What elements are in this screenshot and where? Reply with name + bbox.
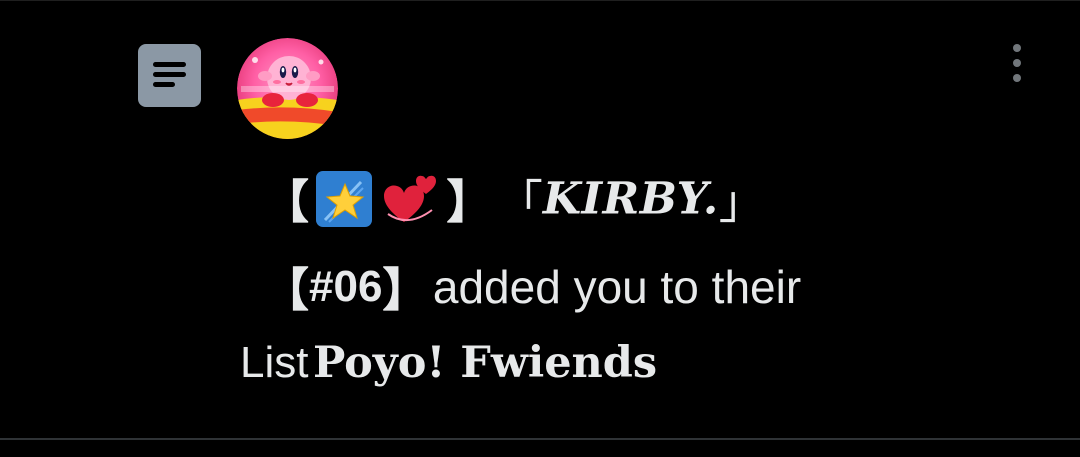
list-icon (138, 44, 201, 107)
notification-screen: 【 】 「KIRBY.」 【#06】 added you to their Li… (0, 0, 1080, 457)
more-vertical-icon (1013, 44, 1021, 52)
action-text: added you to their (432, 261, 802, 313)
user-name: KIRBY. (542, 173, 719, 225)
top-divider (0, 0, 1080, 1)
tag-open-bracket: 【 (263, 263, 309, 317)
user-display-name[interactable]: 【 】 「KIRBY.」 (263, 166, 765, 232)
open-bracket: 【 (263, 175, 309, 229)
shooting-star-emoji-icon (315, 170, 373, 228)
more-vertical-icon-dot (1013, 59, 1021, 67)
list-label: List (240, 338, 309, 387)
revolving-hearts-emoji-icon (382, 170, 440, 228)
tag-close-bracket: 】 (382, 263, 429, 317)
bottom-divider (0, 438, 1080, 440)
more-options-button[interactable] (1003, 40, 1031, 88)
user-avatar[interactable] (237, 38, 338, 139)
kirby-avatar-icon (237, 38, 338, 139)
list-line[interactable]: List Poyo! Fwiends (240, 338, 657, 398)
name-open-quote: 「 (496, 175, 543, 229)
name-close-quote: 」 (718, 175, 765, 229)
close-bracket: 】 (446, 175, 493, 229)
notification-action-line: 【#06】 added you to their (263, 254, 801, 318)
more-vertical-icon-dot (1013, 74, 1021, 82)
list-name-link[interactable]: Poyo! Fwiends (313, 338, 657, 388)
user-tag: #06 (309, 262, 383, 311)
